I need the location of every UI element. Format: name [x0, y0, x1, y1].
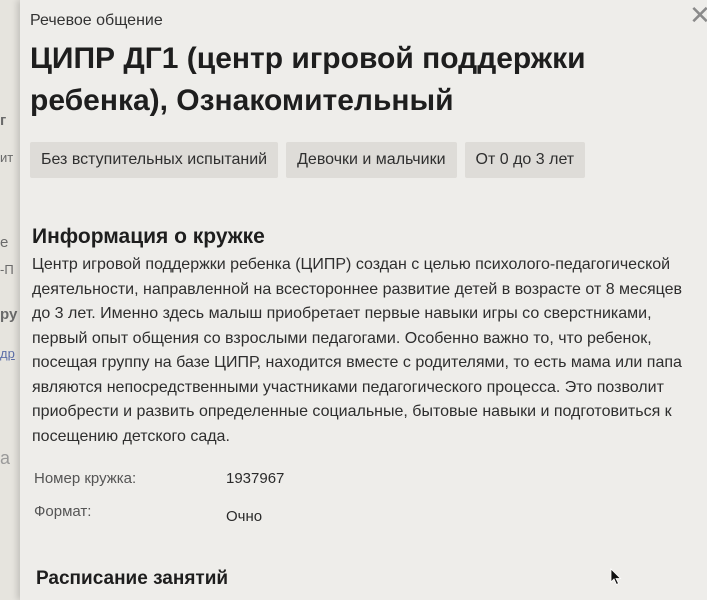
club-format-row: Формат: Очно [34, 503, 262, 525]
sidebar-fragment: а [0, 448, 11, 468]
club-format-value: Очно [226, 508, 263, 525]
schedule-heading: Расписание занятий [36, 568, 229, 589]
sidebar-fragment: г [0, 112, 7, 129]
sidebar-fragment: ит [0, 150, 14, 165]
club-number-label: Номер кружка: [34, 470, 137, 487]
tag-age: От 0 до 3 лет [464, 142, 586, 178]
sidebar-fragment: е [0, 234, 9, 251]
club-details-panel: ✕ Речевое общение ЦИПР ДГ1 (центр игрово… [20, 0, 707, 600]
info-heading: Информация о кружке [32, 225, 265, 248]
background-sidebar: г ит е -П ру др а [0, 0, 21, 600]
sidebar-fragment: -П [0, 262, 14, 277]
tag-list: Без вступительных испытаний Девочки и ма… [30, 142, 586, 178]
mouse-cursor-icon [610, 568, 622, 586]
sidebar-fragment: др [0, 346, 15, 361]
club-description: Центр игровой поддержки ребенка (ЦИПР) с… [32, 256, 682, 445]
club-category: Речевое общение [30, 12, 163, 29]
page-title: ЦИПР ДГ1 (центр игровой поддержки ребенк… [30, 42, 586, 117]
tag-admission: Без вступительных испытаний [30, 142, 279, 178]
club-number-value: 1937967 [226, 470, 285, 487]
tag-gender: Девочки и мальчики [286, 142, 457, 178]
club-number-row: Номер кружка: 1937967 [34, 470, 284, 487]
close-icon[interactable]: ✕ [680, 0, 707, 30]
club-format-label: Формат: [34, 503, 92, 520]
sidebar-fragment: ру [0, 306, 18, 323]
